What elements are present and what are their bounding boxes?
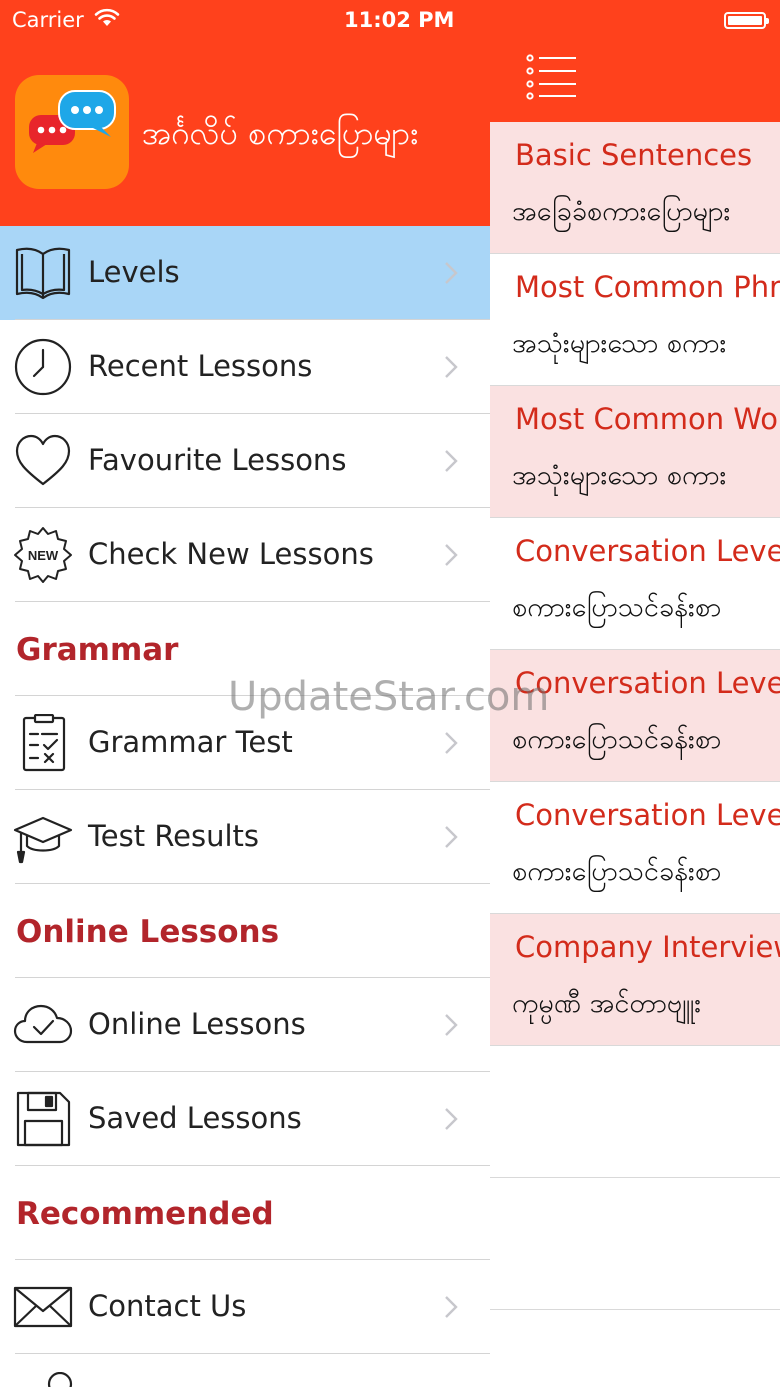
- menu-item-label: Levels: [88, 255, 180, 289]
- chevron-right-icon: [445, 356, 458, 378]
- section-online-lessons: Online Lessons: [0, 884, 490, 978]
- chevron-right-icon: [445, 732, 458, 754]
- empty-row: [490, 1178, 780, 1310]
- drawer-header: Carrier 11:02 PM အင်္ဂလိပ် စကားပြောများ: [0, 0, 490, 226]
- clock-icon: [14, 338, 72, 396]
- menu-item-contact-us[interactable]: Contact Us: [0, 1260, 490, 1354]
- menu-item-grammar-test[interactable]: Grammar Test: [0, 696, 490, 790]
- lesson-row[interactable]: Most Common Wo အသုံးများသော စကား: [490, 386, 780, 518]
- side-drawer: Carrier 11:02 PM အင်္ဂလိပ် စကားပြောများ: [0, 0, 490, 1387]
- lesson-title: Conversation Leve: [515, 666, 780, 700]
- location-pin-icon: [47, 1372, 73, 1387]
- clipboard-check-icon: [22, 714, 66, 772]
- new-badge-text: NEW: [28, 548, 59, 563]
- menu-item-label: Online Lessons: [88, 1007, 306, 1041]
- menu-item-test-results[interactable]: Test Results: [0, 790, 490, 884]
- chevron-right-icon: [445, 1296, 458, 1318]
- section-recommended: Recommended: [0, 1166, 490, 1260]
- lesson-title: Conversation Leve: [515, 534, 780, 568]
- lesson-subtitle: ကုမ္ပဏီ အင်တာဗျူး: [512, 988, 702, 1019]
- menu-item-saved-lessons[interactable]: Saved Lessons: [0, 1072, 490, 1166]
- lesson-title: Most Common Wo: [515, 402, 779, 436]
- new-badge-icon: NEW: [14, 527, 72, 583]
- drawer-menu: Levels Recent Lessons Favourite Lessons: [0, 226, 490, 1387]
- menu-item-label: Contact Us: [88, 1289, 247, 1323]
- section-title: Grammar: [16, 632, 179, 668]
- menu-item-online-lessons[interactable]: Online Lessons: [0, 978, 490, 1072]
- menu-item-label: Test Results: [88, 819, 260, 853]
- lesson-subtitle: အသုံးများသော စကား: [512, 460, 727, 491]
- content-header: [490, 0, 780, 122]
- lesson-row[interactable]: Company Interview ကုမ္ပဏီ အင်တာဗျူး: [490, 914, 780, 1046]
- lessons-panel: Basic Sentences အခြေခံစကားပြောများ Most …: [490, 0, 780, 1387]
- menu-item-label: Saved Lessons: [88, 1101, 302, 1135]
- menu-item-recent-lessons[interactable]: Recent Lessons: [0, 320, 490, 414]
- empty-row: [490, 1046, 780, 1178]
- lesson-list: Basic Sentences အခြေခံစကားပြောများ Most …: [490, 122, 780, 1310]
- graduation-cap-icon: [13, 816, 73, 864]
- clock-label: 11:02 PM: [344, 8, 455, 32]
- lesson-row[interactable]: Conversation Leve စကားပြောသင်ခန်းစာ: [490, 782, 780, 914]
- hamburger-menu-icon[interactable]: [526, 54, 578, 100]
- chevron-right-icon: [445, 544, 458, 566]
- lesson-row[interactable]: Most Common Phr အသုံးများသော စကား: [490, 254, 780, 386]
- section-title: Online Lessons: [16, 914, 280, 950]
- lesson-subtitle: စကားပြောသင်ခန်းစာ: [512, 856, 722, 887]
- carrier-label: Carrier: [12, 8, 84, 32]
- menu-item-levels[interactable]: Levels: [0, 226, 490, 320]
- lesson-row[interactable]: Basic Sentences အခြေခံစကားပြောများ: [490, 122, 780, 254]
- app-title: အင်္ဂလိပ် စကားပြောများ: [142, 114, 419, 152]
- app-logo: [15, 75, 129, 189]
- envelope-icon: [13, 1286, 73, 1328]
- floppy-disk-icon: [16, 1091, 71, 1147]
- lesson-title: Most Common Phr: [515, 270, 780, 304]
- chevron-right-icon: [445, 1108, 458, 1130]
- menu-item-label: Grammar Test: [88, 725, 293, 759]
- menu-item-label: Recent Lessons: [88, 349, 313, 383]
- chevron-right-icon: [445, 262, 458, 284]
- chevron-right-icon: [445, 826, 458, 848]
- wifi-icon: [94, 8, 120, 26]
- chevron-right-icon: [445, 1014, 458, 1036]
- lesson-row[interactable]: Conversation Leve စကားပြောသင်ခန်းစာ: [490, 518, 780, 650]
- section-title: Recommended: [16, 1196, 274, 1232]
- lesson-title: Company Interview: [515, 930, 780, 964]
- chevron-right-icon: [445, 450, 458, 472]
- section-grammar: Grammar: [0, 602, 490, 696]
- lesson-subtitle: စကားပြောသင်ခန်းစာ: [512, 592, 722, 623]
- menu-item-check-new-lessons[interactable]: NEW Check New Lessons: [0, 508, 490, 602]
- lesson-title: Conversation Leve: [515, 798, 780, 832]
- lesson-subtitle: အသုံးများသော စကား: [512, 328, 727, 359]
- lesson-subtitle: အခြေခံစကားပြောများ: [512, 196, 731, 227]
- lesson-subtitle: စကားပြောသင်ခန်းစာ: [512, 724, 722, 755]
- menu-item-label: Check New Lessons: [88, 537, 374, 571]
- book-icon: [15, 247, 71, 300]
- lesson-row[interactable]: Conversation Leve စကားပြောသင်ခန်းစာ: [490, 650, 780, 782]
- lesson-title: Basic Sentences: [515, 138, 753, 172]
- heart-icon: [15, 434, 71, 486]
- menu-item-label: Favourite Lessons: [88, 443, 347, 477]
- menu-item-favourite-lessons[interactable]: Favourite Lessons: [0, 414, 490, 508]
- menu-item-partial[interactable]: [0, 1354, 490, 1387]
- battery-icon: [724, 12, 769, 29]
- cloud-check-icon: [13, 1004, 73, 1044]
